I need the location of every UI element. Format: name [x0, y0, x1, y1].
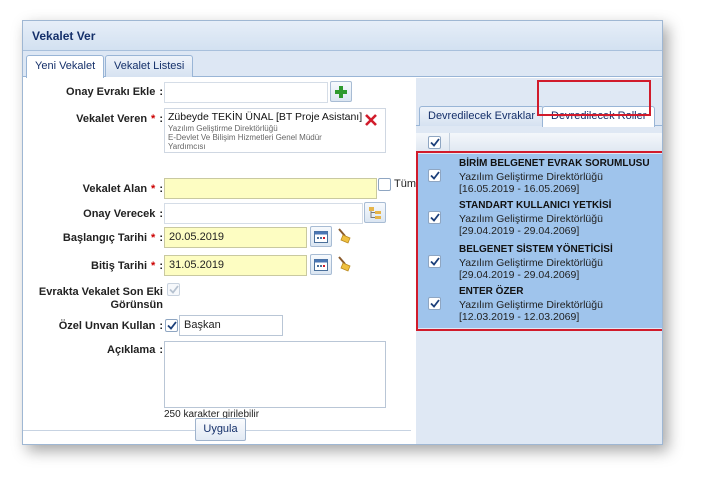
- onay-verecek-input[interactable]: [164, 203, 363, 224]
- ozel-unvan-input[interactable]: Başkan: [179, 315, 283, 336]
- ozel-unvan-label: Özel Unvan Kullan:: [58, 320, 163, 332]
- devredilecek-panel: Devredilecek Evraklar Devredilecek Rolle…: [416, 78, 662, 444]
- header-divider: [449, 133, 450, 153]
- aciklama-textarea[interactable]: [164, 341, 386, 408]
- tree-icon: [369, 206, 381, 219]
- vekalet-veren-name: Zübeyde TEKİN ÜNAL [BT Proje Asistanı]: [168, 111, 363, 123]
- bitis-calendar-button[interactable]: [310, 254, 332, 275]
- broom-icon: [338, 255, 351, 272]
- onay-verecek-tree-button[interactable]: [364, 202, 386, 223]
- baslangic-tarihi-label: Başlangıç Tarihi *:: [62, 232, 163, 244]
- select-all-checkbox[interactable]: [428, 136, 441, 149]
- remove-vekalet-veren-button[interactable]: [363, 112, 379, 128]
- tab-yeni-vekalet[interactable]: Yeni Vekalet: [26, 55, 105, 78]
- roles-grid-header: [416, 133, 662, 153]
- son-eki-label: Evrakta Vekalet Son Eki Görünsün: [38, 286, 163, 311]
- bitis-tarihi-input[interactable]: 31.05.2019: [164, 255, 307, 276]
- vekalet-veren-label: Vekalet Veren *:: [76, 113, 163, 125]
- vekalet-form: Onay Evrakı Ekle: Vekalet Veren *: Zübeyd…: [23, 78, 422, 444]
- check-icon: [429, 138, 440, 147]
- uygula-button[interactable]: Uygula: [195, 418, 246, 441]
- vekalet-ver-window: Vekalet Ver Yeni Vekalet Vekalet Listesi…: [22, 20, 663, 445]
- add-document-button[interactable]: [330, 81, 352, 102]
- plus-icon: [335, 85, 347, 98]
- broom-icon: [338, 227, 351, 244]
- vekalet-veren-dept-1: E-Devlet Ve Bilişim Hizmetleri Genel Müd…: [168, 133, 322, 142]
- vekalet-veren-box: Zübeyde TEKİN ÜNAL [BT Proje Asistanı] Y…: [164, 108, 386, 153]
- check-icon: [168, 285, 179, 294]
- aciklama-label: Açıklama:: [107, 344, 163, 356]
- tumu-checkbox[interactable]: [378, 178, 391, 191]
- main-tabstrip: Yeni Vekalet Vekalet Listesi: [23, 51, 662, 78]
- check-icon: [166, 321, 177, 330]
- baslangic-tarihi-input[interactable]: 20.05.2019: [164, 227, 307, 248]
- son-eki-checkbox[interactable]: [167, 283, 180, 296]
- calendar-icon: [314, 259, 328, 271]
- roller-tab-highlight: [537, 80, 651, 116]
- onay-evraki-field[interactable]: [164, 82, 328, 103]
- onay-evraki-label: Onay Evrakı Ekle:: [66, 86, 163, 98]
- vekalet-alan-input[interactable]: [164, 178, 377, 199]
- roles-highlight: [416, 151, 662, 331]
- tab-vekalet-listesi[interactable]: Vekalet Listesi: [105, 55, 194, 77]
- vekalet-alan-label: Vekalet Alan *:: [82, 183, 163, 195]
- bitis-tarihi-label: Bitiş Tarihi *:: [91, 260, 163, 272]
- onay-verecek-label: Onay Verecek:: [83, 208, 163, 220]
- baslangic-clear-button[interactable]: [334, 225, 356, 246]
- baslangic-calendar-button[interactable]: [310, 226, 332, 247]
- calendar-icon: [314, 231, 328, 243]
- tab-devredilecek-evraklar[interactable]: Devredilecek Evraklar: [419, 106, 544, 126]
- window-titlebar: Vekalet Ver: [23, 21, 662, 51]
- ozel-unvan-checkbox[interactable]: [165, 319, 178, 332]
- vekalet-veren-unit: Yazılım Geliştirme Direktörlüğü: [168, 124, 278, 133]
- close-icon: [365, 114, 377, 126]
- vekalet-veren-dept-2: Yardımcısı: [168, 142, 206, 151]
- window-title: Vekalet Ver: [32, 29, 96, 43]
- bitis-clear-button[interactable]: [334, 253, 356, 274]
